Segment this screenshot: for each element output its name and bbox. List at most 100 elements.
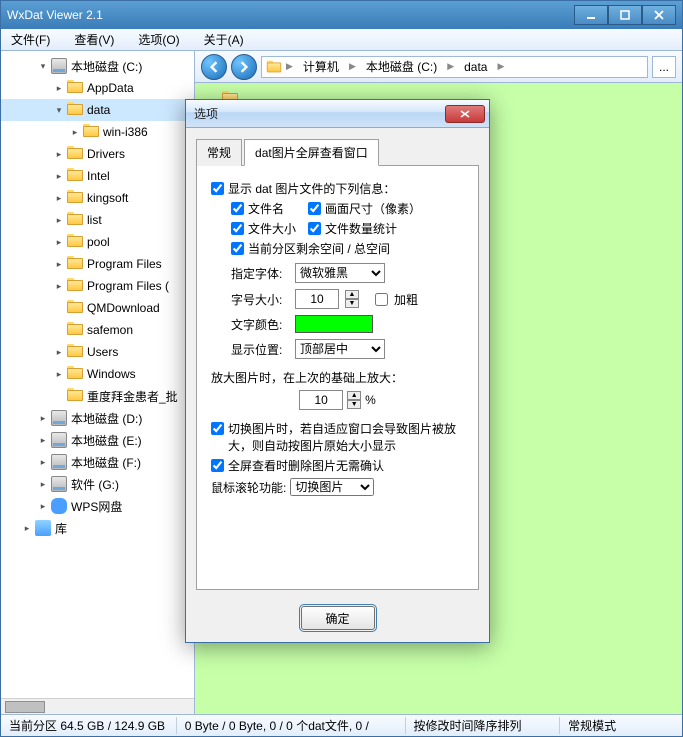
folder-icon bbox=[67, 80, 83, 96]
tree-node-label: 重度拜金患者_批 bbox=[87, 388, 178, 405]
expand-icon[interactable]: ▸ bbox=[53, 192, 65, 204]
tree-node[interactable]: safemon bbox=[1, 319, 194, 341]
collapse-icon[interactable]: ▾ bbox=[53, 104, 65, 116]
collapse-icon[interactable]: ▾ bbox=[37, 60, 49, 72]
select-position[interactable]: 顶部居中 bbox=[295, 339, 385, 359]
tree-node[interactable]: ▸Program Files bbox=[1, 253, 194, 275]
expand-icon[interactable]: ▸ bbox=[37, 412, 49, 424]
chk-show-info[interactable] bbox=[211, 182, 224, 195]
fontsize-spinner[interactable]: ▲▼ bbox=[345, 290, 359, 308]
expand-icon[interactable]: ▸ bbox=[53, 214, 65, 226]
tree-node[interactable]: ▸本地磁盘 (D:) bbox=[1, 407, 194, 429]
menu-file[interactable]: 文件(F) bbox=[5, 29, 56, 50]
expand-icon[interactable]: ▸ bbox=[53, 236, 65, 248]
tree-node[interactable]: ▸Windows bbox=[1, 363, 194, 385]
expand-icon[interactable]: ▸ bbox=[53, 346, 65, 358]
label-count: 文件数量统计 bbox=[325, 220, 397, 237]
chk-diskspace[interactable] bbox=[231, 242, 244, 255]
nav-back-button[interactable] bbox=[201, 54, 227, 80]
expand-icon[interactable]: ▸ bbox=[53, 82, 65, 94]
label-zoom-unit: % bbox=[365, 393, 376, 407]
input-fontsize[interactable] bbox=[295, 289, 339, 309]
expand-icon[interactable]: ▸ bbox=[53, 368, 65, 380]
tree-node[interactable]: ▸list bbox=[1, 209, 194, 231]
folder-icon bbox=[67, 212, 83, 228]
expander-placeholder bbox=[53, 302, 65, 314]
tree-node[interactable]: ▸库 bbox=[1, 517, 194, 539]
select-font[interactable]: 微软雅黑 bbox=[295, 263, 385, 283]
chevron-right-icon: ▶ bbox=[497, 61, 504, 72]
ok-button[interactable]: 确定 bbox=[301, 606, 375, 630]
menubar: 文件(F) 查看(V) 选项(O) 关于(A) bbox=[1, 29, 682, 51]
tree-node[interactable]: ▸本地磁盘 (E:) bbox=[1, 429, 194, 451]
tree-node[interactable]: ▸kingsoft bbox=[1, 187, 194, 209]
minimize-button[interactable] bbox=[574, 5, 608, 25]
expand-icon[interactable]: ▸ bbox=[37, 434, 49, 446]
expand-icon[interactable]: ▸ bbox=[69, 126, 81, 138]
chk-dimensions[interactable] bbox=[308, 202, 321, 215]
tab-fullscreen[interactable]: dat图片全屏查看窗口 bbox=[244, 139, 379, 166]
tree-node[interactable]: ▸Users bbox=[1, 341, 194, 363]
nav-forward-button[interactable] bbox=[231, 54, 257, 80]
tree-node-label: win-i386 bbox=[103, 125, 148, 139]
folder-tree[interactable]: ▾本地磁盘 (C:)▸AppData▾data ▸ win-i386 ▸Drivers… bbox=[1, 51, 194, 698]
expand-icon[interactable]: ▸ bbox=[53, 280, 65, 292]
titlebar: WxDat Viewer 2.1 bbox=[1, 1, 682, 29]
tree-node[interactable]: ▸AppData bbox=[1, 77, 194, 99]
dialog-title: 选项 bbox=[190, 105, 445, 122]
zoom-spinner[interactable]: ▲▼ bbox=[347, 391, 361, 409]
input-zoom[interactable] bbox=[299, 390, 343, 410]
navbar: ▶ 计算机 ▶ 本地磁盘 (C:) ▶ data ▶ ... bbox=[195, 51, 682, 83]
folder-icon bbox=[67, 234, 83, 250]
expand-icon[interactable]: ▸ bbox=[21, 522, 33, 534]
folder-icon bbox=[67, 344, 83, 360]
tree-node[interactable]: ▸Intel bbox=[1, 165, 194, 187]
menu-options[interactable]: 选项(O) bbox=[132, 29, 185, 50]
expand-icon[interactable]: ▸ bbox=[37, 456, 49, 468]
tree-node[interactable]: ▸pool bbox=[1, 231, 194, 253]
tree-node[interactable]: ▸Drivers bbox=[1, 143, 194, 165]
folder-icon bbox=[83, 124, 99, 140]
tree-scrollbar[interactable] bbox=[1, 698, 194, 714]
expand-icon[interactable]: ▸ bbox=[37, 500, 49, 512]
chk-bold[interactable] bbox=[375, 293, 388, 306]
tree-node[interactable]: ▸Program Files ( bbox=[1, 275, 194, 297]
folder-icon bbox=[67, 190, 83, 206]
label-fontsize: 字号大小: bbox=[231, 291, 289, 308]
tree-node[interactable]: ▸WPS网盘 bbox=[1, 495, 194, 517]
expand-icon[interactable]: ▸ bbox=[53, 148, 65, 160]
select-wheel[interactable]: 切换图片 bbox=[290, 478, 374, 496]
breadcrumb[interactable]: ▶ 计算机 ▶ 本地磁盘 (C:) ▶ data ▶ bbox=[261, 56, 648, 78]
tree-node[interactable]: QMDownload bbox=[1, 297, 194, 319]
tree-node[interactable]: 重度拜金患者_批 bbox=[1, 385, 194, 407]
label-zoom-section: 放大图片时，在上次的基础上放大： bbox=[211, 369, 464, 386]
breadcrumb-more-button[interactable]: ... bbox=[652, 56, 676, 78]
tree-node[interactable]: ▾data bbox=[1, 99, 194, 121]
close-button[interactable] bbox=[642, 5, 676, 25]
chk-delete-noconfirm[interactable] bbox=[211, 459, 224, 472]
tab-general[interactable]: 常规 bbox=[196, 139, 242, 166]
tree-node[interactable]: ▾本地磁盘 (C:) bbox=[1, 55, 194, 77]
tree-node[interactable]: ▸软件 (G:) bbox=[1, 473, 194, 495]
tree-node[interactable]: ▸ win-i386 bbox=[1, 121, 194, 143]
expand-icon[interactable]: ▸ bbox=[53, 258, 65, 270]
menu-about[interactable]: 关于(A) bbox=[198, 29, 250, 50]
tree-node[interactable]: ▸本地磁盘 (F:) bbox=[1, 451, 194, 473]
expand-icon[interactable]: ▸ bbox=[53, 170, 65, 182]
breadcrumb-item[interactable]: data bbox=[458, 60, 493, 74]
tree-node-label: safemon bbox=[87, 323, 133, 337]
status-sort: 按修改时间降序排列 bbox=[406, 717, 561, 734]
options-dialog: 选项 常规 dat图片全屏查看窗口 显示 dat 图片文件的下列信息： 文件名 … bbox=[185, 99, 490, 643]
menu-view[interactable]: 查看(V) bbox=[68, 29, 120, 50]
chk-switch-resize[interactable] bbox=[211, 422, 224, 435]
breadcrumb-item[interactable]: 计算机 bbox=[297, 58, 345, 75]
chk-filesize[interactable] bbox=[231, 222, 244, 235]
dialog-close-button[interactable] bbox=[445, 105, 485, 123]
chk-count[interactable] bbox=[308, 222, 321, 235]
expand-icon[interactable]: ▸ bbox=[37, 478, 49, 490]
breadcrumb-item[interactable]: 本地磁盘 (C:) bbox=[360, 58, 443, 75]
chk-filename[interactable] bbox=[231, 202, 244, 215]
maximize-button[interactable] bbox=[608, 5, 642, 25]
label-delete-noconfirm: 全屏查看时删除图片无需确认 bbox=[228, 457, 384, 474]
color-swatch[interactable] bbox=[295, 315, 373, 333]
